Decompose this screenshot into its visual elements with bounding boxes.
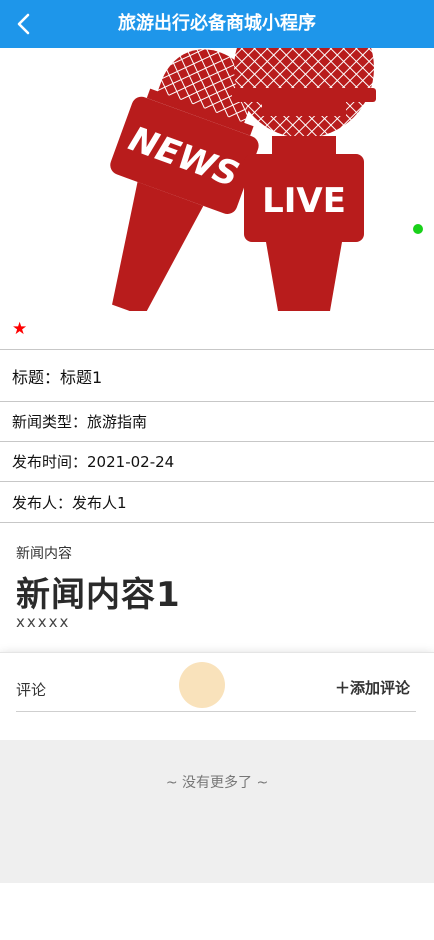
chevron-left-icon — [17, 13, 30, 35]
carousel-indicator — [413, 224, 423, 234]
page-title: 旅游出行必备商城小程序 — [118, 13, 316, 34]
back-button[interactable] — [8, 8, 40, 40]
microphone-illustration: NEWS LIVE — [110, 0, 376, 317]
top-bar: 旅游出行必备商城小程序 — [0, 0, 434, 48]
add-comment-button[interactable]: ＋添加评论 — [335, 677, 410, 698]
content-heading: 新闻内容1 — [16, 575, 181, 615]
news-banner-image: NEWS LIVE — [0, 0, 434, 317]
comment-label: 评论 — [16, 681, 47, 699]
content-label: 新闻内容 — [16, 546, 72, 562]
news-content: 新闻内容 新闻内容1 xxxxx — [0, 522, 434, 650]
star-icon[interactable]: ★ — [12, 320, 27, 338]
detail-label: 新闻类型： — [12, 413, 88, 431]
plus-icon: ＋ — [334, 679, 350, 697]
detail-value: 标题1 — [60, 367, 103, 387]
loading-indicator — [179, 662, 225, 708]
detail-type-row: 新闻类型： 旅游指南 — [0, 401, 434, 441]
live-text: LIVE — [262, 181, 346, 221]
detail-time-row: 发布时间： 2021-02-24 — [0, 441, 434, 481]
favorite-row: ★ — [0, 311, 434, 349]
detail-label: 标题： — [12, 367, 61, 387]
add-comment-label: 添加评论 — [349, 679, 410, 697]
detail-label: 发布人： — [12, 493, 73, 512]
detail-author-row: 发布人： 发布人1 — [0, 481, 434, 522]
detail-value: 2021-02-24 — [87, 452, 175, 471]
detail-value: 旅游指南 — [87, 413, 148, 431]
content-body: xxxxx — [16, 613, 71, 631]
detail-value: 发布人1 — [72, 493, 127, 512]
detail-label: 发布时间： — [12, 453, 88, 471]
list-footer: ~ 没有更多了 ~ — [0, 740, 434, 883]
detail-title-row: 标题： 标题1 — [0, 349, 434, 401]
no-more-text: ~ 没有更多了 ~ — [165, 775, 269, 791]
divider — [16, 711, 416, 712]
